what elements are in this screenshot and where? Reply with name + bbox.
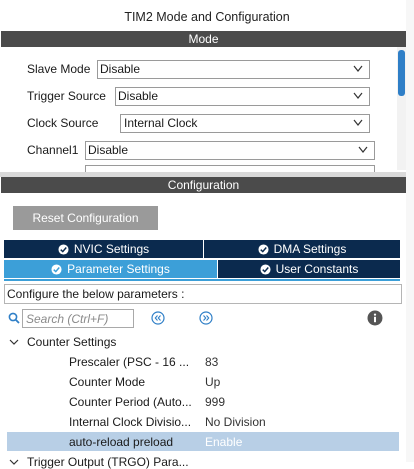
trigger-source-select[interactable]: Disable [115, 87, 370, 106]
next-field-partial [85, 165, 375, 172]
counter-settings-group[interactable]: Counter Settings [27, 335, 116, 349]
configuration-section-header[interactable]: Configuration [1, 177, 406, 193]
chevron-down-icon [353, 119, 363, 126]
reset-configuration-button[interactable]: Reset Configuration [13, 206, 158, 230]
tab-label: NVIC Settings [73, 242, 150, 256]
trigger-source-value: Disable [118, 89, 159, 103]
tab-label: User Constants [275, 262, 359, 276]
slave-mode-select[interactable]: Disable [97, 60, 370, 79]
check-circle-icon [260, 264, 271, 275]
clock-source-select[interactable]: Internal Clock [120, 114, 370, 133]
clock-source-value: Internal Clock [124, 116, 198, 130]
configure-hint: Configure the below parameters : [4, 284, 402, 304]
chevron-down-icon [353, 92, 363, 99]
chevron-down-icon[interactable] [9, 457, 19, 467]
window-right-edge [406, 0, 414, 462]
next-result-icon[interactable] [199, 311, 213, 325]
tab-user-constants[interactable]: User Constants [218, 260, 400, 278]
tab-label: DMA Settings [273, 242, 347, 256]
param-auto-reload-name: auto-reload preload [69, 435, 174, 449]
channel1-select[interactable]: Disable [85, 141, 375, 160]
previous-result-icon[interactable] [151, 311, 165, 325]
clock-source-label: Clock Source [27, 116, 99, 130]
chevron-down-icon [353, 65, 363, 72]
selected-row-highlight[interactable] [7, 432, 399, 451]
channel1-value: Disable [88, 143, 129, 157]
param-counter-mode-value[interactable]: Up [205, 375, 220, 389]
window-title: TIM2 Mode and Configuration [0, 0, 414, 31]
param-counter-period-value[interactable]: 999 [205, 395, 225, 409]
trigger-source-label: Trigger Source [27, 89, 106, 103]
tab-underline [4, 279, 400, 281]
param-counter-mode-name: Counter Mode [69, 375, 146, 389]
param-prescaler-value[interactable]: 83 [205, 355, 218, 369]
tab-nvic-settings[interactable]: NVIC Settings [4, 240, 203, 258]
info-icon[interactable] [367, 310, 383, 326]
check-circle-icon [58, 244, 69, 255]
slave-mode-value: Disable [100, 62, 141, 76]
mode-scrollbar-thumb[interactable] [398, 50, 405, 96]
param-counter-period-name: Counter Period (Auto... [69, 395, 192, 409]
channel1-label: Channel1 [27, 143, 79, 157]
param-clock-division-value[interactable]: No Division [205, 415, 266, 429]
chevron-down-icon[interactable] [9, 337, 19, 347]
chevron-down-icon [358, 146, 368, 153]
tab-parameter-settings[interactable]: Parameter Settings [4, 260, 217, 278]
param-auto-reload-value[interactable]: Enable [205, 435, 242, 449]
slave-mode-label: Slave Mode [27, 62, 91, 76]
tab-dma-settings[interactable]: DMA Settings [204, 240, 400, 258]
search-icon [8, 312, 20, 324]
tab-label: Parameter Settings [67, 262, 170, 276]
param-clock-division-name: Internal Clock Divisio... [69, 415, 192, 429]
check-circle-icon [258, 244, 269, 255]
param-prescaler-name: Prescaler (PSC - 16 ... [69, 355, 190, 369]
trigger-output-group[interactable]: Trigger Output (TRGO) Para... [27, 455, 189, 469]
search-input[interactable] [22, 309, 134, 328]
check-circle-icon [51, 264, 62, 275]
mode-section-header[interactable]: Mode [1, 31, 406, 47]
